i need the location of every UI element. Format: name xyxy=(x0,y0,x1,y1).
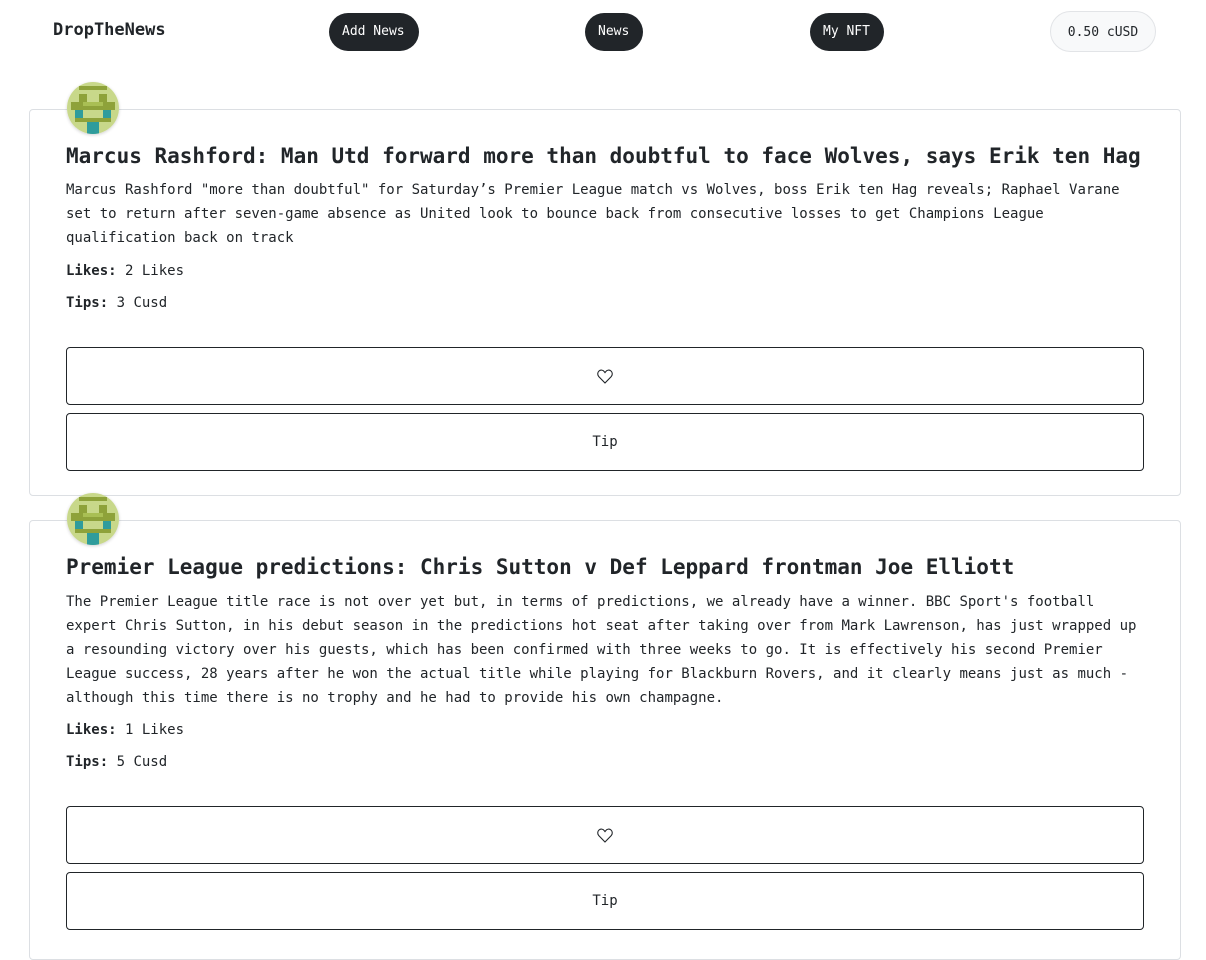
my-nft-button[interactable]: My NFT xyxy=(810,13,884,51)
author-avatar xyxy=(67,82,119,134)
news-body: Marcus Rashford "more than doubtful" for… xyxy=(66,182,1120,246)
top-navbar: DropTheNews Add News News My NFT 0.50 cU… xyxy=(0,0,1206,64)
balance-badge: 0.50 cUSD xyxy=(1050,11,1156,52)
tip-button[interactable]: Tip xyxy=(66,872,1144,930)
news-button[interactable]: News xyxy=(585,13,643,51)
like-button[interactable] xyxy=(66,806,1144,864)
tips-line: Tips: 3 Cusd xyxy=(66,295,167,311)
tips-line: Tips: 5 Cusd xyxy=(66,754,167,770)
tips-label: Tips: xyxy=(66,295,109,311)
heart-outline-icon xyxy=(597,828,613,843)
news-body: The Premier League title race is not ove… xyxy=(66,594,1137,706)
identicon-image xyxy=(67,82,119,134)
news-title: Marcus Rashford: Man Utd forward more th… xyxy=(66,144,1141,168)
author-avatar xyxy=(67,493,119,545)
tip-button[interactable]: Tip xyxy=(66,413,1144,471)
add-news-button[interactable]: Add News xyxy=(329,13,419,51)
likes-label: Likes: xyxy=(66,263,117,279)
tips-amount: 3 Cusd xyxy=(116,295,168,311)
like-button[interactable] xyxy=(66,347,1144,405)
likes-count: 2 Likes xyxy=(125,263,185,279)
identicon-image xyxy=(67,493,119,545)
likes-count: 1 Likes xyxy=(125,722,185,738)
news-title: Premier League predictions: Chris Sutton… xyxy=(66,555,1015,579)
heart-outline-icon xyxy=(597,369,613,384)
likes-line: Likes: 1 Likes xyxy=(66,722,184,738)
news-card: Marcus Rashford: Man Utd forward more th… xyxy=(29,82,1181,496)
news-card: Premier League predictions: Chris Sutton… xyxy=(29,493,1181,960)
likes-label: Likes: xyxy=(66,722,117,738)
likes-line: Likes: 2 Likes xyxy=(66,263,184,279)
tips-amount: 5 Cusd xyxy=(116,754,168,770)
tips-label: Tips: xyxy=(66,754,109,770)
brand-logo-text[interactable]: DropTheNews xyxy=(53,20,166,40)
